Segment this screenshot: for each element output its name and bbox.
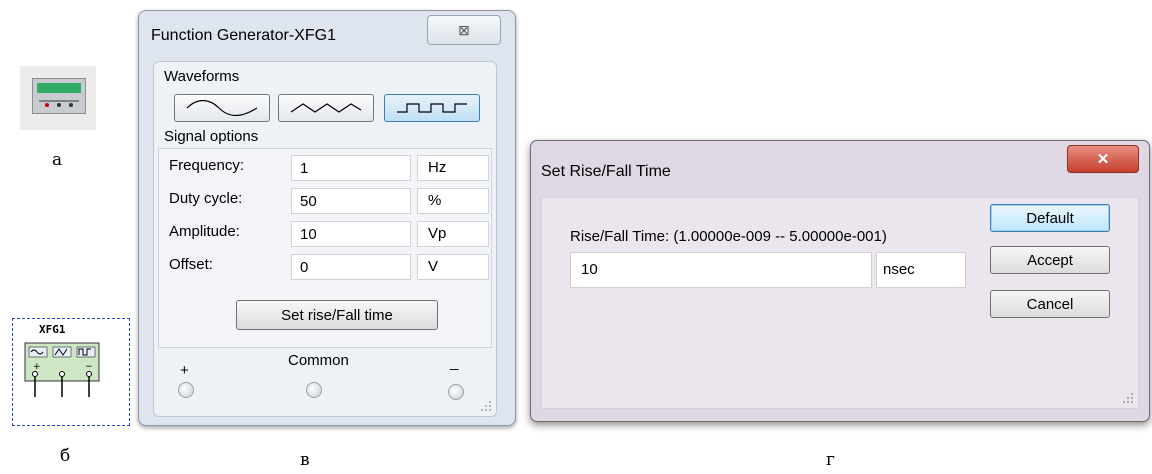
amplitude-input[interactable]: 10 bbox=[291, 221, 411, 247]
frequency-unit[interactable]: Hz bbox=[417, 155, 489, 181]
amplitude-unit[interactable]: Vp bbox=[417, 221, 489, 247]
resize-grip-icon[interactable] bbox=[478, 398, 492, 412]
minus-terminal-label: _ bbox=[450, 354, 459, 371]
dialog-title: Set Rise/Fall Time bbox=[541, 163, 671, 180]
set-rise-fall-time-button[interactable]: Set rise/Fall time bbox=[236, 300, 438, 330]
function-generator-schematic-symbol[interactable]: XFG1 + − bbox=[12, 318, 130, 426]
symbol-refdes: XFG1 bbox=[39, 323, 66, 336]
function-generator-toolbar-icon[interactable] bbox=[20, 66, 96, 130]
cancel-button[interactable]: Cancel bbox=[990, 290, 1110, 318]
function-generator-window: Function Generator-XFG1 ⊠ Waveforms Sign… bbox=[138, 10, 516, 426]
caption-d: г bbox=[826, 450, 835, 470]
close-button[interactable]: ⊠ bbox=[427, 15, 501, 45]
frequency-label: Frequency: bbox=[169, 157, 245, 174]
svg-text:−: − bbox=[85, 362, 93, 372]
instrument-terminals-icon bbox=[39, 100, 79, 107]
rise-fall-unit-field[interactable]: nsec bbox=[876, 252, 966, 288]
dialog-body: Rise/Fall Time: (1.00000e-009 -- 5.00000… bbox=[541, 197, 1139, 409]
triangle-wave-icon bbox=[290, 103, 362, 113]
sine-wave-button[interactable] bbox=[174, 94, 270, 122]
symbol-body-icon: + − bbox=[24, 342, 100, 397]
default-button[interactable]: Default bbox=[990, 204, 1110, 232]
close-icon: ⊠ bbox=[458, 21, 470, 38]
caption-c: в bbox=[300, 450, 310, 470]
square-wave-icon bbox=[397, 103, 467, 113]
frequency-input[interactable]: 1 bbox=[291, 155, 411, 181]
plus-terminal-label: + bbox=[180, 362, 189, 379]
resize-grip-icon[interactable] bbox=[1120, 390, 1134, 404]
offset-input[interactable]: 0 bbox=[291, 254, 411, 280]
instrument-screen bbox=[32, 78, 86, 114]
square-wave-button[interactable] bbox=[384, 94, 480, 122]
rise-fall-range-label: Rise/Fall Time: (1.00000e-009 -- 5.00000… bbox=[570, 228, 887, 245]
offset-label: Offset: bbox=[169, 256, 213, 273]
generator-panel: Waveforms Signal options Frequency: 1 Hz… bbox=[153, 61, 497, 417]
common-terminal[interactable] bbox=[306, 382, 322, 398]
common-terminal-label: Common bbox=[288, 352, 349, 369]
amplitude-label: Amplitude: bbox=[169, 223, 240, 240]
caption-a: а bbox=[52, 150, 63, 170]
duty-cycle-unit[interactable]: % bbox=[417, 188, 489, 214]
set-rise-fall-time-dialog: Set Rise/Fall Time ✕ Rise/Fall Time: (1.… bbox=[530, 140, 1150, 422]
signal-options-group-label: Signal options bbox=[164, 128, 259, 145]
plus-terminal[interactable] bbox=[178, 382, 194, 398]
svg-text:+: + bbox=[33, 362, 41, 372]
waveforms-group-label: Waveforms bbox=[164, 68, 240, 85]
close-icon: ✕ bbox=[1096, 151, 1110, 168]
minus-terminal[interactable] bbox=[448, 384, 464, 400]
accept-button[interactable]: Accept bbox=[990, 246, 1110, 274]
waveform-display bbox=[37, 83, 81, 93]
close-button[interactable]: ✕ bbox=[1067, 145, 1139, 173]
triangle-wave-button[interactable] bbox=[278, 94, 374, 122]
rise-fall-value-input[interactable]: 10 bbox=[570, 252, 872, 288]
duty-cycle-label: Duty cycle: bbox=[169, 190, 243, 207]
caption-b: б bbox=[60, 446, 71, 466]
duty-cycle-input[interactable]: 50 bbox=[291, 188, 411, 214]
window-title: Function Generator-XFG1 bbox=[151, 27, 336, 44]
offset-unit[interactable]: V bbox=[417, 254, 489, 280]
sine-wave-icon bbox=[186, 100, 258, 116]
